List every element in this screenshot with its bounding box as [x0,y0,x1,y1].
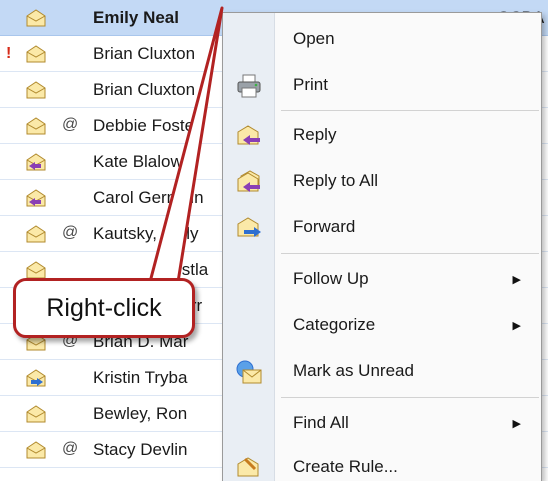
menu-item-categorize[interactable]: Categorize ▶ [223,303,541,349]
menu-item-label: Mark as Unread [293,361,414,380]
menu-item-forward[interactable]: Forward [223,205,541,251]
envelope-read-icon [26,117,46,135]
mark-unread-icon [236,360,262,384]
sender-name: Carol Germain [93,188,204,207]
envelope-read-icon [26,441,46,459]
sender-name: Stacy Devlin [93,440,188,459]
menu-item-follow-up[interactable]: Follow Up ▶ [223,257,541,303]
reply-all-icon [237,170,260,192]
menu-separator [281,253,539,254]
printer-icon [237,74,261,98]
envelope-replied-icon [26,153,46,171]
menu-separator [281,397,539,398]
forward-icon [237,217,261,237]
envelope-read-icon [26,225,46,243]
menu-item-label: Find All [293,413,349,432]
envelope-replied-icon [26,189,46,207]
menu-item-label: Create Rule... [293,457,398,476]
menu-item-print[interactable]: Print [223,63,541,109]
right-click-callout: Right-click [13,278,195,338]
sender-name: Brian Cluxton [93,44,196,63]
envelope-read-icon [26,9,46,27]
sender-name: Emily Neal [93,8,179,27]
envelope-read-icon [26,261,46,279]
menu-item-reply[interactable]: Reply [223,113,541,159]
sender-name: Kautsky, Kelly [93,224,199,243]
attachment-icon: @ [62,116,79,133]
context-menu: Open Print Reply Reply to All Forward Fo… [222,12,542,481]
menu-item-mark-as-unread[interactable]: Mark as Unread [223,349,541,395]
sender-name: Debbie Foster [93,116,200,135]
sender-name: Costla [160,260,209,279]
envelope-read-icon [26,45,46,63]
sender-name: Kate Blalow [93,152,183,171]
menu-item-label: Reply [293,125,337,144]
submenu-arrow-icon: ▶ [512,274,521,286]
menu-item-label: Categorize [293,315,376,334]
submenu-arrow-icon: ▶ [512,320,521,332]
submenu-arrow-icon: ▶ [512,418,521,430]
menu-item-label: Print [293,75,328,94]
menu-item-reply-to-all[interactable]: Reply to All [223,159,541,205]
callout-text: Right-click [46,294,162,322]
menu-separator [281,110,539,111]
menu-item-label: Forward [293,217,356,236]
menu-item-label: Follow Up [293,269,369,288]
envelope-read-icon [26,81,46,99]
sender-name: Bewley, Ron [93,404,188,423]
menu-item-label: Reply to All [293,171,379,190]
envelope-read-icon [26,405,46,423]
menu-item-open[interactable]: Open [223,17,541,63]
menu-item-find-all[interactable]: Find All ▶ [223,401,541,447]
reply-icon [237,125,260,145]
sender-name: Kristin Tryba [93,368,188,387]
menu-item-label: Open [293,29,335,48]
menu-item-create-rule[interactable]: Create Rule... [223,445,541,481]
attachment-icon: @ [62,440,79,457]
create-rule-icon [237,457,259,477]
importance-flag: ! [6,45,12,62]
sender-name: Brian Cluxton [93,80,196,99]
envelope-forwarded-icon [26,369,46,387]
attachment-icon: @ [62,224,79,241]
